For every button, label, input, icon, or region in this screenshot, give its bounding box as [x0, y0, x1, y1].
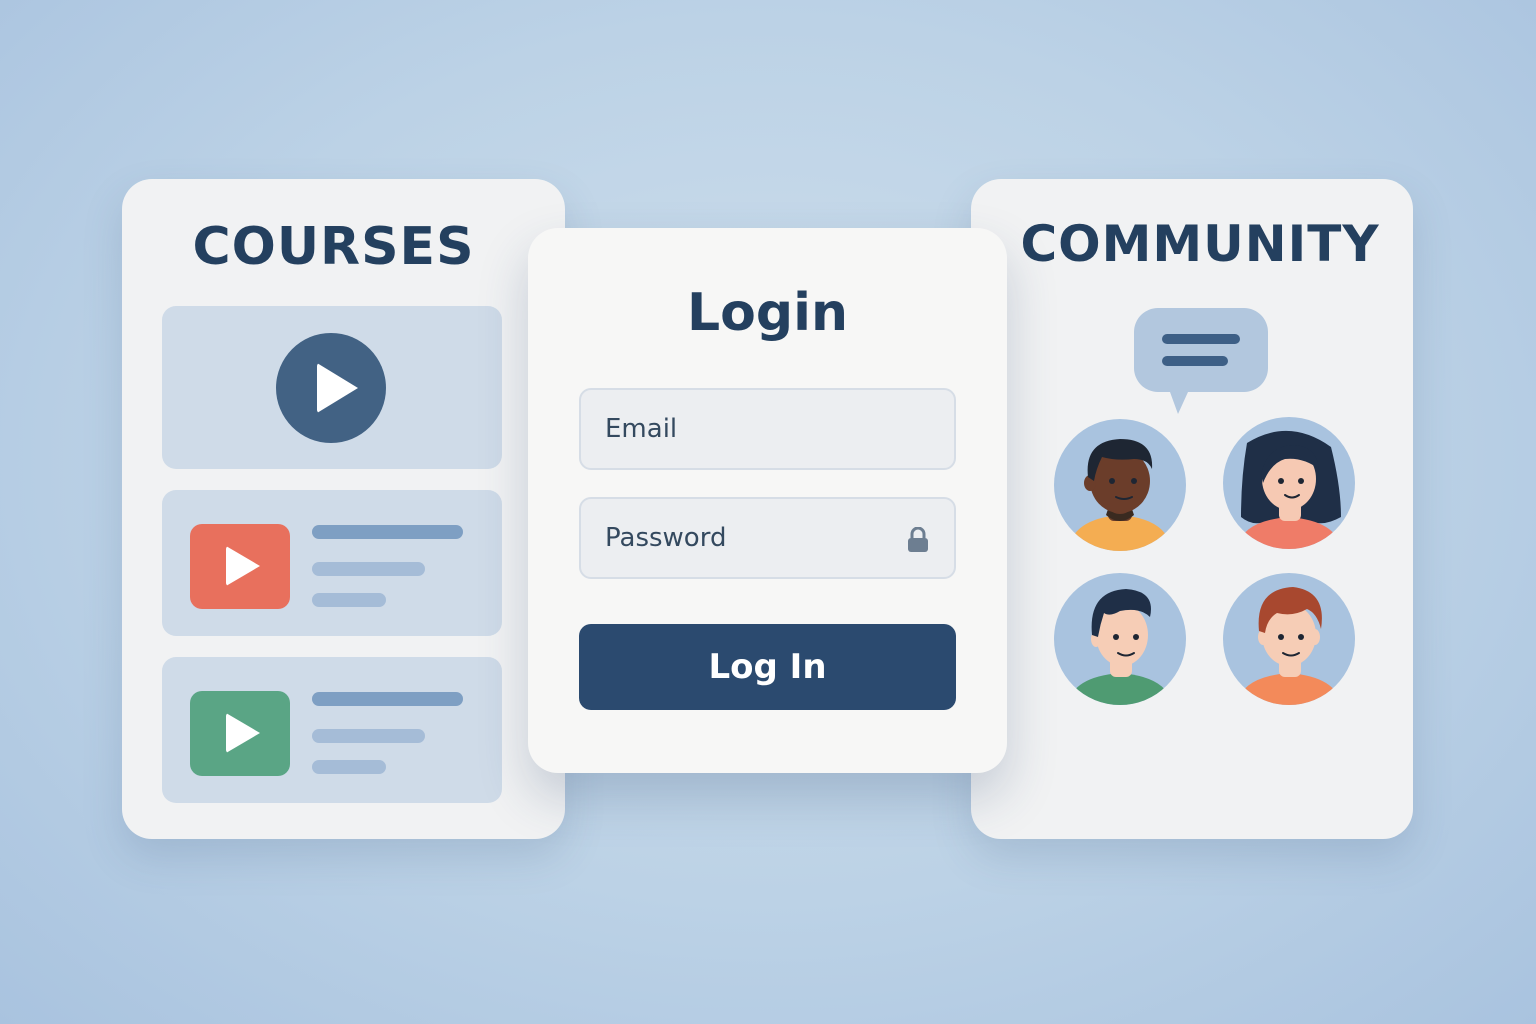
avatar[interactable] [1223, 573, 1355, 705]
course-thumbnail-green[interactable] [190, 691, 290, 776]
email-field[interactable] [581, 390, 954, 468]
course-meta-placeholder-line [312, 593, 386, 607]
play-icon [317, 363, 358, 413]
login-title: Login [687, 283, 848, 343]
avatar[interactable] [1054, 419, 1186, 551]
course-title-placeholder-line [312, 525, 463, 539]
course-list-item[interactable] [162, 490, 502, 636]
lock-icon [908, 527, 928, 552]
featured-course-card[interactable] [162, 306, 502, 469]
user-avatar-icon [1237, 430, 1341, 549]
user-avatar-icon [1068, 589, 1172, 705]
user-avatar-icon [1237, 587, 1341, 705]
login-button[interactable]: Log In [579, 624, 956, 710]
course-meta-placeholder-line [312, 760, 386, 774]
community-panel: COMMUNITY [971, 179, 1413, 839]
avatar[interactable] [1054, 573, 1186, 705]
courses-title: COURSES [192, 217, 475, 277]
course-title-placeholder-line [312, 692, 463, 706]
play-icon [226, 546, 260, 586]
course-subtitle-placeholder-line [312, 562, 425, 576]
course-list-item[interactable] [162, 657, 502, 803]
avatar[interactable] [1223, 417, 1355, 549]
chat-bubble-icon [1134, 308, 1268, 414]
course-thumbnail-red[interactable] [190, 524, 290, 609]
login-card: Login Log In [528, 228, 1007, 773]
password-field[interactable] [581, 499, 954, 577]
course-subtitle-placeholder-line [312, 729, 425, 743]
user-avatar-icon [1068, 439, 1172, 551]
password-field-wrapper [579, 497, 956, 579]
email-field-wrapper [579, 388, 956, 470]
play-icon [226, 713, 260, 753]
play-circle-icon[interactable] [276, 333, 386, 443]
community-title: COMMUNITY [1020, 215, 1380, 273]
courses-panel: COURSES [122, 179, 565, 839]
